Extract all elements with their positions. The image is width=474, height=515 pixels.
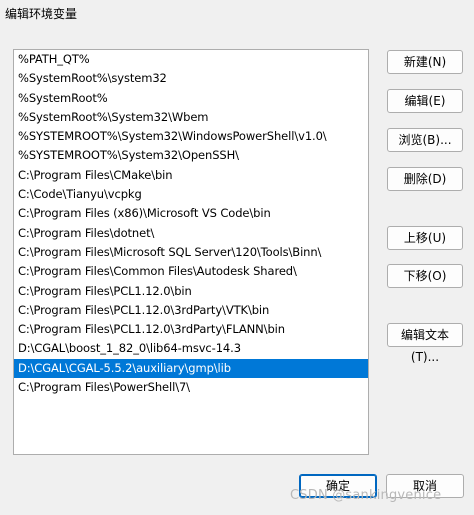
list-item[interactable]: C:\Program Files\PCL1.12.0\3rdParty\VTK\… bbox=[14, 301, 368, 320]
new-button[interactable]: 新建(N) bbox=[387, 50, 463, 74]
list-item[interactable]: %SystemRoot%\system32 bbox=[14, 69, 368, 88]
edit-button[interactable]: 编辑(E) bbox=[387, 89, 463, 113]
list-item[interactable]: %PATH_QT% bbox=[14, 50, 368, 69]
list-item[interactable]: C:\Program Files (x86)\Microsoft VS Code… bbox=[14, 204, 368, 223]
dialog-title: 编辑环境变量 bbox=[5, 7, 78, 21]
list-item[interactable]: C:\Program Files\dotnet\ bbox=[14, 224, 368, 243]
delete-button[interactable]: 删除(D) bbox=[387, 167, 463, 191]
list-item[interactable]: %SYSTEMROOT%\System32\WindowsPowerShell\… bbox=[14, 127, 368, 146]
list-item[interactable]: D:\CGAL\CGAL-5.5.2\auxiliary\gmp\lib bbox=[14, 358, 368, 379]
list-item[interactable]: C:\Program Files\PCL1.12.0\bin bbox=[14, 282, 368, 301]
path-list[interactable]: %PATH_QT% %SystemRoot%\system32 %SystemRoo… bbox=[13, 49, 369, 455]
watermark: CSDN @sankingvenice bbox=[290, 488, 442, 503]
list-item[interactable]: C:\Program Files\PowerShell\7\ bbox=[14, 378, 368, 397]
list-item[interactable]: C:\Program Files\PCL1.12.0\3rdParty\FLAN… bbox=[14, 320, 368, 339]
list-item[interactable]: C:\Program Files\Microsoft SQL Server\12… bbox=[14, 243, 368, 262]
browse-button[interactable]: 浏览(B)... bbox=[387, 128, 463, 152]
list-item[interactable]: %SYSTEMROOT%\System32\OpenSSH\ bbox=[14, 146, 368, 165]
list-item[interactable]: D:\CGAL\boost_1_82_0\lib64-msvc-14.3 bbox=[14, 339, 368, 358]
move-down-button[interactable]: 下移(O) bbox=[387, 264, 463, 288]
edit-text-button[interactable]: 编辑文本(T)... bbox=[387, 323, 463, 364]
move-up-button[interactable]: 上移(U) bbox=[387, 226, 463, 250]
edit-env-var-dialog: 编辑环境变量 %PATH_QT% %SystemRoot%\system32 %Sy… bbox=[0, 0, 474, 515]
list-item[interactable]: C:\Program Files\Common Files\Autodesk S… bbox=[14, 262, 368, 281]
list-item[interactable]: C:\Program Files\CMake\bin bbox=[14, 166, 368, 185]
list-item[interactable]: %SystemRoot%\System32\Wbem bbox=[14, 108, 368, 127]
list-item[interactable]: C:\Code\Tianyu\vcpkg bbox=[14, 185, 368, 204]
list-item[interactable]: %SystemRoot% bbox=[14, 89, 368, 108]
